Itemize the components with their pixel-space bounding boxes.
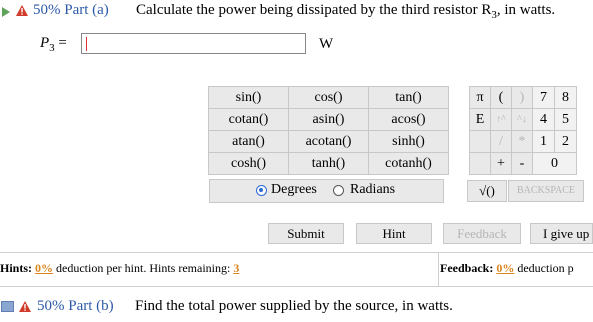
key-8[interactable]: 8 bbox=[554, 86, 577, 109]
feedback-button[interactable]: Feedback bbox=[443, 223, 521, 244]
warning-icon bbox=[19, 301, 31, 312]
part-a-label: 50% Part (a) bbox=[33, 2, 109, 18]
e-button[interactable]: E bbox=[469, 108, 491, 131]
close-paren-button[interactable]: ) bbox=[511, 86, 533, 109]
radians-radio[interactable] bbox=[333, 185, 344, 196]
key-2[interactable]: 2 bbox=[554, 130, 577, 153]
divider bbox=[438, 252, 439, 286]
pi-button[interactable]: π bbox=[469, 86, 491, 109]
minus-button[interactable]: - bbox=[511, 152, 533, 175]
radians-label: Radians bbox=[350, 182, 396, 197]
key-7[interactable]: 7 bbox=[532, 86, 555, 109]
answer-input[interactable] bbox=[81, 33, 306, 54]
cosh-button[interactable]: cosh() bbox=[208, 152, 289, 175]
key-4[interactable]: 4 bbox=[532, 108, 555, 131]
part-b-question: Find the total power supplied by the sou… bbox=[135, 298, 453, 314]
divider bbox=[0, 286, 593, 287]
part-b-label: 50% Part (b) bbox=[37, 298, 114, 314]
part-a-question: Calculate the power being dissipated by … bbox=[136, 2, 556, 21]
tanh-button[interactable]: tanh() bbox=[288, 152, 369, 175]
warning-icon bbox=[16, 5, 28, 16]
hint-button[interactable]: Hint bbox=[356, 223, 432, 244]
up-arrow-button[interactable]: ↑^ bbox=[490, 108, 512, 131]
expand-arrow-icon[interactable] bbox=[2, 7, 10, 17]
tan-button[interactable]: tan() bbox=[368, 86, 449, 109]
calc-spacer bbox=[448, 130, 470, 153]
angle-mode-selector: Degrees Radians bbox=[209, 179, 444, 203]
acos-button[interactable]: acos() bbox=[368, 108, 449, 131]
calc-spacer bbox=[448, 86, 470, 109]
down-arrow-button[interactable]: ^↓ bbox=[511, 108, 533, 131]
acotan-button[interactable]: acotan() bbox=[288, 130, 369, 153]
blank-key bbox=[469, 130, 491, 153]
divider bbox=[0, 252, 593, 253]
blank-key bbox=[469, 152, 491, 175]
collapse-icon[interactable] bbox=[1, 301, 14, 312]
cotanh-button[interactable]: cotanh() bbox=[368, 152, 449, 175]
cotan-button[interactable]: cotan() bbox=[208, 108, 289, 131]
sinh-button[interactable]: sinh() bbox=[368, 130, 449, 153]
text-cursor bbox=[86, 37, 87, 51]
multiply-button[interactable]: * bbox=[511, 130, 533, 153]
calc-spacer bbox=[448, 108, 470, 131]
calculator-keypad: sin() cos() tan() π ( ) 7 8 cotan() asin… bbox=[208, 86, 577, 175]
give-up-button[interactable]: I give up bbox=[530, 223, 593, 244]
calc-spacer bbox=[448, 152, 470, 175]
unit-label: W bbox=[319, 36, 334, 52]
submit-button[interactable]: Submit bbox=[268, 223, 344, 244]
sqrt-button[interactable]: √() bbox=[467, 180, 507, 202]
key-1[interactable]: 1 bbox=[532, 130, 555, 153]
hints-info: Hints: 0% deduction per hint. Hints rema… bbox=[0, 261, 240, 275]
atan-button[interactable]: atan() bbox=[208, 130, 289, 153]
key-5[interactable]: 5 bbox=[554, 108, 577, 131]
key-0[interactable]: 0 bbox=[532, 152, 577, 175]
cos-button[interactable]: cos() bbox=[288, 86, 369, 109]
plus-button[interactable]: + bbox=[490, 152, 512, 175]
answer-variable-label: P3 = bbox=[40, 35, 67, 54]
divide-button[interactable]: / bbox=[490, 130, 512, 153]
degrees-radio[interactable] bbox=[256, 185, 267, 196]
feedback-info: Feedback: 0% deduction p bbox=[440, 261, 574, 275]
open-paren-button[interactable]: ( bbox=[490, 86, 512, 109]
degrees-label: Degrees bbox=[271, 182, 317, 197]
backspace-button[interactable]: BACKSPACE bbox=[508, 180, 584, 202]
asin-button[interactable]: asin() bbox=[288, 108, 369, 131]
sin-button[interactable]: sin() bbox=[208, 86, 289, 109]
